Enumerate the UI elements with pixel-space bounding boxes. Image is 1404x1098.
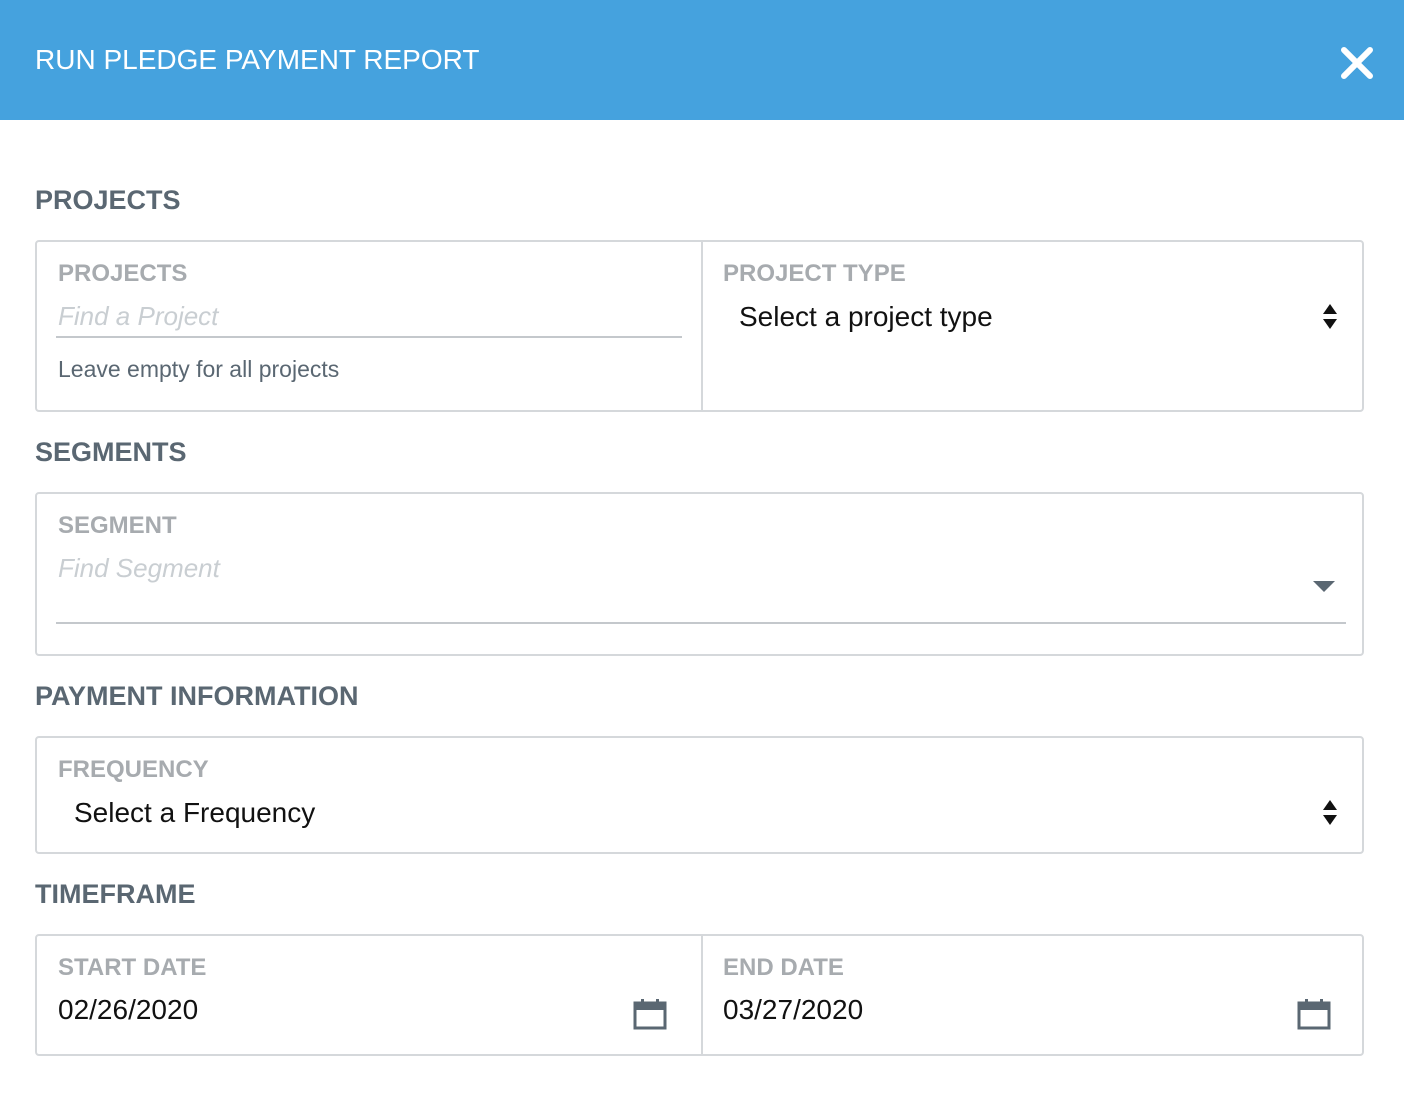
end-date-input[interactable]: 03/27/2020 bbox=[723, 993, 1283, 1027]
calendar-icon[interactable] bbox=[1297, 998, 1331, 1035]
sort-arrows-icon[interactable] bbox=[1322, 799, 1338, 832]
modal-title: RUN PLEDGE PAYMENT REPORT bbox=[35, 44, 480, 75]
timeframe-section-title: TIMEFRAME bbox=[35, 879, 196, 909]
frequency-label: FREQUENCY bbox=[58, 756, 209, 783]
end-date-label: END DATE bbox=[723, 954, 844, 981]
segments-box: SEGMENT Find Segment bbox=[35, 492, 1364, 656]
project-search-underline bbox=[56, 336, 682, 338]
calendar-icon[interactable] bbox=[633, 998, 667, 1035]
projects-section-title: PROJECTS bbox=[35, 185, 181, 215]
segment-underline bbox=[56, 622, 1346, 624]
segment-search-input[interactable]: Find Segment bbox=[58, 552, 1258, 584]
projects-helper-text: Leave empty for all projects bbox=[58, 356, 340, 382]
sort-arrows-icon[interactable] bbox=[1322, 303, 1338, 336]
project-type-label: PROJECT TYPE bbox=[723, 260, 906, 287]
project-search-input[interactable]: Find a Project bbox=[58, 300, 678, 332]
segment-field-label: SEGMENT bbox=[58, 512, 177, 539]
caret-down-icon[interactable] bbox=[1313, 580, 1335, 598]
payment-box: FREQUENCY Select a Frequency bbox=[35, 736, 1364, 854]
payment-section-title: PAYMENT INFORMATION bbox=[35, 681, 359, 711]
projects-divider bbox=[701, 242, 703, 410]
timeframe-divider bbox=[701, 936, 703, 1054]
project-type-select[interactable]: Select a project type bbox=[739, 300, 1339, 334]
modal-header: RUN PLEDGE PAYMENT REPORT bbox=[0, 0, 1404, 120]
timeframe-box: START DATE 02/26/2020 END DATE 03/27/202… bbox=[35, 934, 1364, 1056]
projects-box: PROJECTS Find a Project Leave empty for … bbox=[35, 240, 1364, 412]
close-icon[interactable] bbox=[1336, 42, 1378, 84]
frequency-select[interactable]: Select a Frequency bbox=[74, 796, 1274, 830]
start-date-label: START DATE bbox=[58, 954, 207, 981]
start-date-input[interactable]: 02/26/2020 bbox=[58, 993, 618, 1027]
segments-section-title: SEGMENTS bbox=[35, 437, 187, 467]
projects-field-label: PROJECTS bbox=[58, 260, 188, 287]
